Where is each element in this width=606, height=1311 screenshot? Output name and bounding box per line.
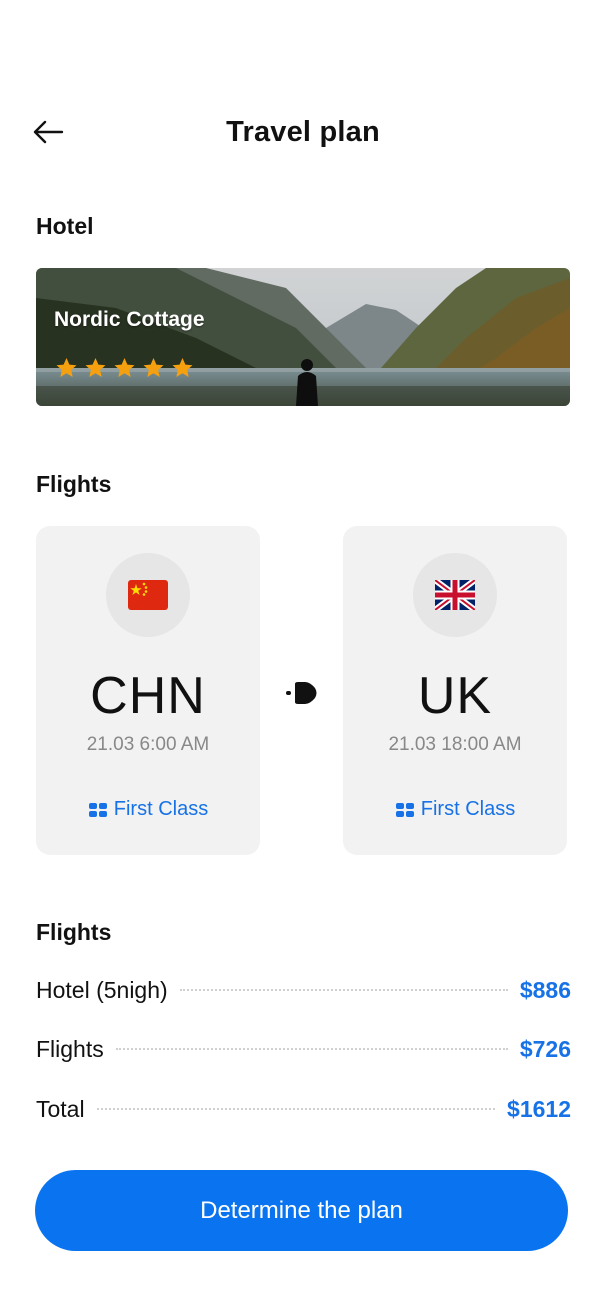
origin-time: 21.03 6:00 AM xyxy=(86,734,210,755)
dotted-divider xyxy=(179,989,508,991)
origin-code: CHN xyxy=(90,667,206,725)
star-icon xyxy=(114,358,135,377)
travel-plan-screen: Travel plan Hotel Nordic Cottage Flights… xyxy=(0,0,606,1311)
hotel-card[interactable]: Nordic Cottage xyxy=(36,268,570,406)
price-label: Hotel (5nigh) xyxy=(36,976,168,1003)
hotel-name: Nordic Cottage xyxy=(54,308,205,331)
flight-direction-icon xyxy=(286,682,317,704)
flight-card-origin[interactable]: CHN 21.03 6:00 AM First Class xyxy=(36,526,260,855)
price-row-hotel: Hotel (5nigh) $886 xyxy=(36,973,571,1007)
price-row-total: Total $1612 xyxy=(36,1092,571,1126)
dotted-divider xyxy=(115,1048,508,1050)
flag-uk xyxy=(413,553,497,637)
dotted-divider xyxy=(96,1108,496,1110)
seat-class-icon xyxy=(88,802,107,817)
flight-card-destination[interactable]: UK 21.03 18:00 AM First Class xyxy=(343,526,567,855)
destination-time: 21.03 18:00 AM xyxy=(388,734,522,755)
china-flag-icon xyxy=(128,580,168,610)
origin-class-label: First Class xyxy=(113,798,209,820)
destination-class[interactable]: First Class xyxy=(343,798,567,821)
origin-class[interactable]: First Class xyxy=(36,798,260,821)
flights-section-title: Flights xyxy=(36,471,112,497)
star-icon xyxy=(85,358,106,377)
price-row-flights: Flights $726 xyxy=(36,1032,571,1066)
page-title: Travel plan xyxy=(226,116,380,148)
flag-china xyxy=(106,553,190,637)
summary-section-title: Flights xyxy=(36,919,112,945)
hotel-rating xyxy=(54,356,195,380)
hotel-photo xyxy=(36,268,570,406)
destination-class-label: First Class xyxy=(420,798,516,820)
star-icon xyxy=(143,358,164,377)
price-label: Flights xyxy=(36,1035,104,1062)
price-value: $1612 xyxy=(507,1095,571,1122)
price-label: Total xyxy=(36,1095,85,1122)
uk-flag-icon xyxy=(435,580,475,610)
determine-plan-button[interactable]: Determine the plan xyxy=(35,1170,568,1251)
star-icon xyxy=(172,358,193,377)
hotel-section-title: Hotel xyxy=(36,213,94,239)
price-value: $886 xyxy=(519,976,571,1003)
price-value: $726 xyxy=(519,1035,571,1062)
destination-code: UK xyxy=(417,667,493,725)
star-icon xyxy=(56,358,77,377)
seat-class-icon xyxy=(395,802,414,817)
